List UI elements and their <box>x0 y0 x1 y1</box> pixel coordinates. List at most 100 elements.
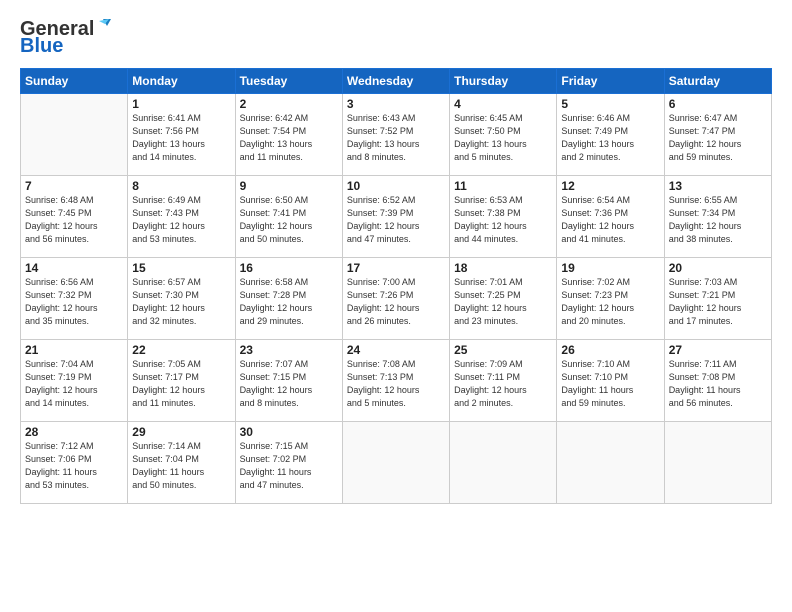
calendar-table: SundayMondayTuesdayWednesdayThursdayFrid… <box>20 68 772 504</box>
day-number: 13 <box>669 179 767 193</box>
day-number: 22 <box>132 343 230 357</box>
calendar-cell: 8Sunrise: 6:49 AMSunset: 7:43 PMDaylight… <box>128 176 235 258</box>
day-number: 21 <box>25 343 123 357</box>
day-number: 6 <box>669 97 767 111</box>
calendar-cell <box>450 422 557 504</box>
cell-info: Sunrise: 7:10 AMSunset: 7:10 PMDaylight:… <box>561 358 659 410</box>
cell-info: Sunrise: 6:46 AMSunset: 7:49 PMDaylight:… <box>561 112 659 164</box>
calendar-cell <box>557 422 664 504</box>
cell-info: Sunrise: 6:55 AMSunset: 7:34 PMDaylight:… <box>669 194 767 246</box>
cell-info: Sunrise: 7:08 AMSunset: 7:13 PMDaylight:… <box>347 358 445 410</box>
cell-info: Sunrise: 6:45 AMSunset: 7:50 PMDaylight:… <box>454 112 552 164</box>
calendar-cell: 11Sunrise: 6:53 AMSunset: 7:38 PMDayligh… <box>450 176 557 258</box>
cell-info: Sunrise: 6:42 AMSunset: 7:54 PMDaylight:… <box>240 112 338 164</box>
day-number: 26 <box>561 343 659 357</box>
calendar-cell: 4Sunrise: 6:45 AMSunset: 7:50 PMDaylight… <box>450 94 557 176</box>
calendar-week-2: 7Sunrise: 6:48 AMSunset: 7:45 PMDaylight… <box>21 176 772 258</box>
cell-info: Sunrise: 6:53 AMSunset: 7:38 PMDaylight:… <box>454 194 552 246</box>
calendar-cell: 3Sunrise: 6:43 AMSunset: 7:52 PMDaylight… <box>342 94 449 176</box>
calendar-cell: 7Sunrise: 6:48 AMSunset: 7:45 PMDaylight… <box>21 176 128 258</box>
cell-info: Sunrise: 7:07 AMSunset: 7:15 PMDaylight:… <box>240 358 338 410</box>
calendar-week-4: 21Sunrise: 7:04 AMSunset: 7:19 PMDayligh… <box>21 340 772 422</box>
cell-info: Sunrise: 7:11 AMSunset: 7:08 PMDaylight:… <box>669 358 767 410</box>
calendar-cell: 10Sunrise: 6:52 AMSunset: 7:39 PMDayligh… <box>342 176 449 258</box>
day-number: 3 <box>347 97 445 111</box>
day-number: 11 <box>454 179 552 193</box>
calendar-cell: 27Sunrise: 7:11 AMSunset: 7:08 PMDayligh… <box>664 340 771 422</box>
cell-info: Sunrise: 7:12 AMSunset: 7:06 PMDaylight:… <box>25 440 123 492</box>
day-number: 9 <box>240 179 338 193</box>
weekday-header-monday: Monday <box>128 69 235 94</box>
day-number: 7 <box>25 179 123 193</box>
cell-info: Sunrise: 6:47 AMSunset: 7:47 PMDaylight:… <box>669 112 767 164</box>
calendar-cell: 15Sunrise: 6:57 AMSunset: 7:30 PMDayligh… <box>128 258 235 340</box>
calendar-cell: 18Sunrise: 7:01 AMSunset: 7:25 PMDayligh… <box>450 258 557 340</box>
logo-wing-icon <box>95 19 111 33</box>
calendar-cell: 9Sunrise: 6:50 AMSunset: 7:41 PMDaylight… <box>235 176 342 258</box>
calendar-cell <box>664 422 771 504</box>
day-number: 2 <box>240 97 338 111</box>
cell-info: Sunrise: 7:03 AMSunset: 7:21 PMDaylight:… <box>669 276 767 328</box>
cell-info: Sunrise: 6:57 AMSunset: 7:30 PMDaylight:… <box>132 276 230 328</box>
cell-info: Sunrise: 6:52 AMSunset: 7:39 PMDaylight:… <box>347 194 445 246</box>
calendar-cell: 20Sunrise: 7:03 AMSunset: 7:21 PMDayligh… <box>664 258 771 340</box>
day-number: 8 <box>132 179 230 193</box>
calendar-cell: 6Sunrise: 6:47 AMSunset: 7:47 PMDaylight… <box>664 94 771 176</box>
day-number: 29 <box>132 425 230 439</box>
cell-info: Sunrise: 6:41 AMSunset: 7:56 PMDaylight:… <box>132 112 230 164</box>
weekday-header-tuesday: Tuesday <box>235 69 342 94</box>
cell-info: Sunrise: 7:02 AMSunset: 7:23 PMDaylight:… <box>561 276 659 328</box>
calendar-cell: 5Sunrise: 6:46 AMSunset: 7:49 PMDaylight… <box>557 94 664 176</box>
logo: General Blue <box>20 18 112 58</box>
day-number: 28 <box>25 425 123 439</box>
cell-info: Sunrise: 6:43 AMSunset: 7:52 PMDaylight:… <box>347 112 445 164</box>
cell-info: Sunrise: 6:50 AMSunset: 7:41 PMDaylight:… <box>240 194 338 246</box>
calendar-cell: 24Sunrise: 7:08 AMSunset: 7:13 PMDayligh… <box>342 340 449 422</box>
calendar-week-3: 14Sunrise: 6:56 AMSunset: 7:32 PMDayligh… <box>21 258 772 340</box>
calendar-cell: 29Sunrise: 7:14 AMSunset: 7:04 PMDayligh… <box>128 422 235 504</box>
day-number: 4 <box>454 97 552 111</box>
logo-blue-line: Blue <box>20 35 63 58</box>
calendar-cell <box>342 422 449 504</box>
weekday-header-friday: Friday <box>557 69 664 94</box>
calendar-week-1: 1Sunrise: 6:41 AMSunset: 7:56 PMDaylight… <box>21 94 772 176</box>
calendar-cell: 21Sunrise: 7:04 AMSunset: 7:19 PMDayligh… <box>21 340 128 422</box>
cell-info: Sunrise: 7:00 AMSunset: 7:26 PMDaylight:… <box>347 276 445 328</box>
cell-info: Sunrise: 7:09 AMSunset: 7:11 PMDaylight:… <box>454 358 552 410</box>
calendar-cell: 17Sunrise: 7:00 AMSunset: 7:26 PMDayligh… <box>342 258 449 340</box>
day-number: 17 <box>347 261 445 275</box>
calendar-cell: 28Sunrise: 7:12 AMSunset: 7:06 PMDayligh… <box>21 422 128 504</box>
day-number: 30 <box>240 425 338 439</box>
calendar-cell <box>21 94 128 176</box>
weekday-header-thursday: Thursday <box>450 69 557 94</box>
cell-info: Sunrise: 7:14 AMSunset: 7:04 PMDaylight:… <box>132 440 230 492</box>
cell-info: Sunrise: 6:49 AMSunset: 7:43 PMDaylight:… <box>132 194 230 246</box>
cell-info: Sunrise: 6:56 AMSunset: 7:32 PMDaylight:… <box>25 276 123 328</box>
calendar-cell: 26Sunrise: 7:10 AMSunset: 7:10 PMDayligh… <box>557 340 664 422</box>
cell-info: Sunrise: 6:58 AMSunset: 7:28 PMDaylight:… <box>240 276 338 328</box>
day-number: 5 <box>561 97 659 111</box>
day-number: 10 <box>347 179 445 193</box>
calendar-cell: 12Sunrise: 6:54 AMSunset: 7:36 PMDayligh… <box>557 176 664 258</box>
day-number: 12 <box>561 179 659 193</box>
day-number: 14 <box>25 261 123 275</box>
calendar-cell: 23Sunrise: 7:07 AMSunset: 7:15 PMDayligh… <box>235 340 342 422</box>
weekday-header-wednesday: Wednesday <box>342 69 449 94</box>
weekday-header-sunday: Sunday <box>21 69 128 94</box>
weekday-header-saturday: Saturday <box>664 69 771 94</box>
page-header: General Blue <box>20 18 772 58</box>
day-number: 23 <box>240 343 338 357</box>
calendar-cell: 16Sunrise: 6:58 AMSunset: 7:28 PMDayligh… <box>235 258 342 340</box>
logo-blue-label: Blue <box>20 35 63 57</box>
cell-info: Sunrise: 6:48 AMSunset: 7:45 PMDaylight:… <box>25 194 123 246</box>
calendar-cell: 30Sunrise: 7:15 AMSunset: 7:02 PMDayligh… <box>235 422 342 504</box>
cell-info: Sunrise: 7:05 AMSunset: 7:17 PMDaylight:… <box>132 358 230 410</box>
cell-info: Sunrise: 7:04 AMSunset: 7:19 PMDaylight:… <box>25 358 123 410</box>
day-number: 24 <box>347 343 445 357</box>
calendar-week-5: 28Sunrise: 7:12 AMSunset: 7:06 PMDayligh… <box>21 422 772 504</box>
day-number: 15 <box>132 261 230 275</box>
cell-info: Sunrise: 6:54 AMSunset: 7:36 PMDaylight:… <box>561 194 659 246</box>
day-number: 27 <box>669 343 767 357</box>
day-number: 19 <box>561 261 659 275</box>
calendar-cell: 13Sunrise: 6:55 AMSunset: 7:34 PMDayligh… <box>664 176 771 258</box>
